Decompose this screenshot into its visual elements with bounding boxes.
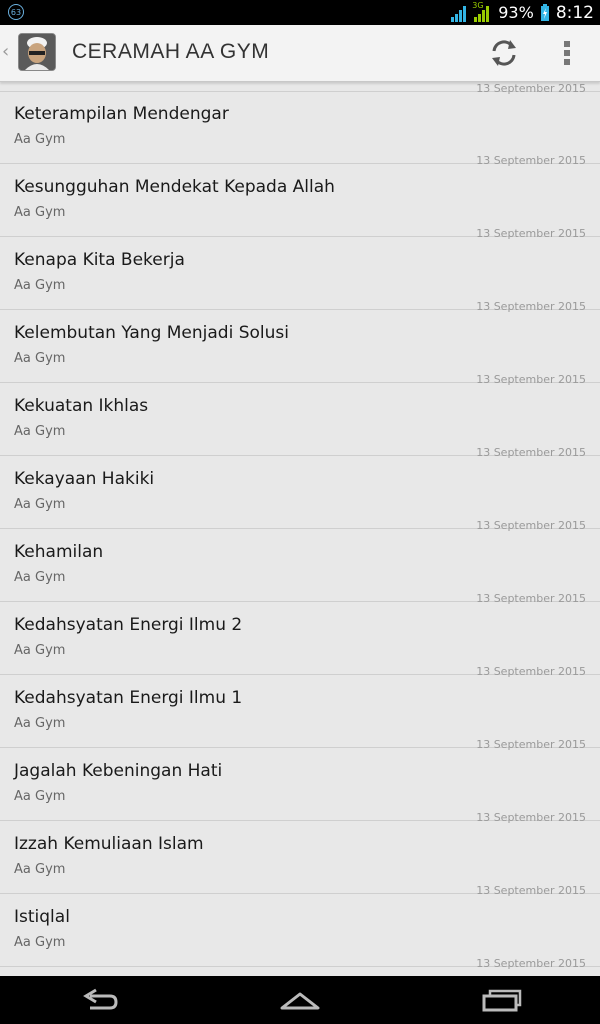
list-item[interactable]: Kekuatan Ikhlas Aa Gym 13 September 2015 (0, 384, 600, 459)
item-author: Aa Gym (14, 862, 66, 877)
item-author: Aa Gym (14, 351, 66, 366)
cell-signal-icon: 3G (472, 1, 492, 22)
item-title: Jagalah Kebeningan Hati (14, 761, 223, 781)
item-title: Izzah Kemuliaan Islam (14, 834, 204, 854)
item-author: Aa Gym (14, 132, 66, 147)
item-author: Aa Gym (14, 497, 66, 512)
overflow-menu-icon (564, 41, 570, 65)
item-title: Kekayaan Hakiki (14, 469, 155, 489)
list-item[interactable]: Kesungguhan Mendekat Kepada Allah Aa Gym… (0, 165, 600, 240)
recent-apps-icon (482, 989, 522, 1012)
item-author: Aa Gym (14, 570, 66, 585)
home-button[interactable] (270, 984, 330, 1016)
back-button[interactable] (70, 984, 130, 1016)
item-author: Aa Gym (14, 205, 66, 220)
clock: 8:12 (555, 2, 594, 23)
list-item[interactable]: Jagalah Kebeningan Hati Aa Gym 13 Septem… (0, 749, 600, 824)
system-navigation-bar (0, 976, 600, 1024)
overflow-menu-button[interactable] (552, 35, 582, 71)
item-title: Istiqlal (14, 907, 70, 927)
wifi-signal-icon (451, 5, 467, 22)
item-author: Aa Gym (14, 716, 66, 731)
action-bar: ‹ CERAMAH AA GYM (0, 25, 600, 82)
item-author: Aa Gym (14, 935, 66, 950)
status-bar: 63 3G 93% 8:12 (0, 0, 600, 25)
item-author: Aa Gym (14, 278, 66, 293)
item-title: Kehamilan (14, 542, 104, 562)
app-icon[interactable] (18, 33, 56, 71)
home-icon (280, 992, 320, 1010)
item-title: Kedahsyatan Energi Ilmu 1 (14, 688, 243, 708)
item-title: Kekuatan Ikhlas (14, 396, 149, 416)
refresh-icon (492, 40, 516, 66)
app-title: CERAMAH AA GYM (72, 40, 270, 63)
list-item[interactable]: Kenapa Kita Bekerja Aa Gym 13 September … (0, 238, 600, 313)
notification-badge-icon: 63 (8, 4, 24, 20)
list-item[interactable]: Kedahsyatan Energi Ilmu 1 Aa Gym 13 Sept… (0, 676, 600, 751)
item-date: 13 September 2015 (476, 957, 586, 970)
list-item[interactable]: Kehamilan Aa Gym 13 September 2015 (0, 530, 600, 605)
list-item[interactable]: Kelembutan Yang Menjadi Solusi Aa Gym 13… (0, 311, 600, 386)
lecture-list[interactable]: 13 September 2015 Keterampilan Mendengar… (0, 0, 600, 1024)
item-title: Kelembutan Yang Menjadi Solusi (14, 323, 289, 343)
status-indicators: 3G 93% 8:12 (450, 0, 594, 25)
item-author: Aa Gym (14, 424, 66, 439)
item-title: Kenapa Kita Bekerja (14, 250, 185, 270)
item-author: Aa Gym (14, 789, 66, 804)
notification-area: 63 (8, 4, 24, 20)
battery-percent: 93% (498, 3, 534, 22)
refresh-button[interactable] (484, 35, 524, 71)
back-icon (83, 988, 118, 1010)
item-title: Kesungguhan Mendekat Kepada Allah (14, 177, 335, 197)
list-item[interactable]: Keterampilan Mendengar Aa Gym 13 Septemb… (0, 92, 600, 167)
list-item[interactable]: Kekayaan Hakiki Aa Gym 13 September 2015 (0, 457, 600, 532)
list-item[interactable]: Istiqlal Aa Gym 13 September 2015 (0, 895, 600, 970)
up-caret-icon[interactable]: ‹ (2, 41, 9, 62)
list-item[interactable]: Kedahsyatan Energi Ilmu 2 Aa Gym 13 Sept… (0, 603, 600, 678)
item-title: Kedahsyatan Energi Ilmu 2 (14, 615, 243, 635)
list-item[interactable]: Izzah Kemuliaan Islam Aa Gym 13 Septembe… (0, 822, 600, 897)
item-title: Keterampilan Mendengar (14, 104, 229, 124)
battery-charging-icon (540, 3, 549, 21)
recent-apps-button[interactable] (470, 984, 530, 1016)
item-author: Aa Gym (14, 643, 66, 658)
